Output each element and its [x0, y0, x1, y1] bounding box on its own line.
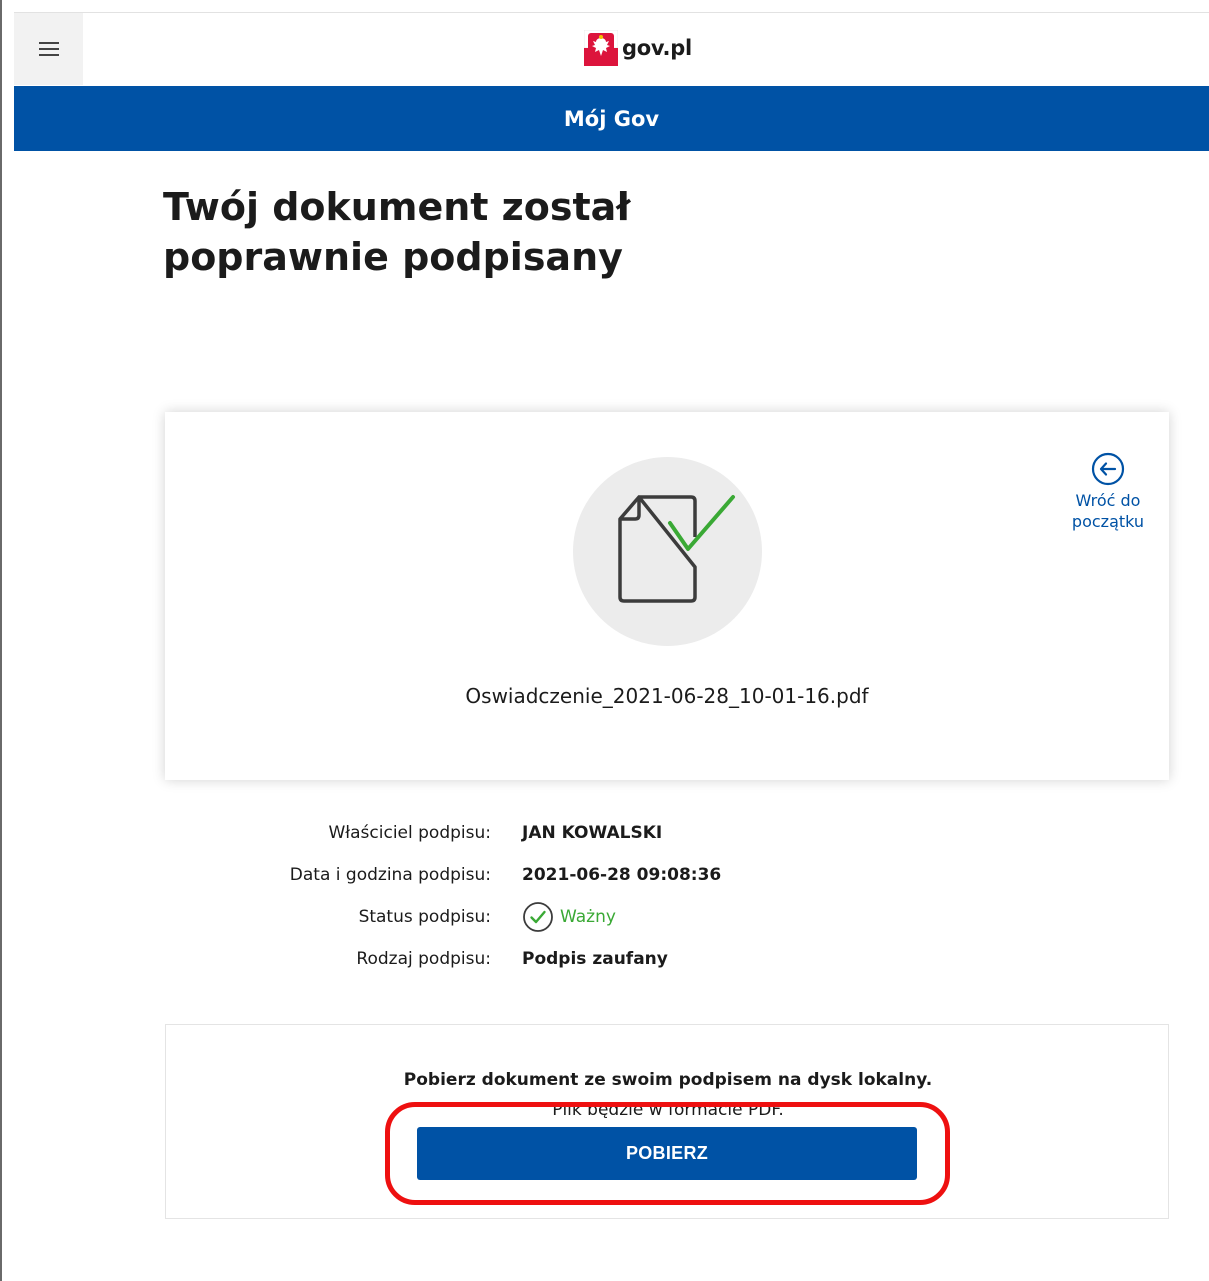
logo-text: gov.pl: [622, 36, 692, 60]
document-icon-circle: [573, 457, 762, 646]
section-bar: Mój Gov: [14, 86, 1209, 151]
menu-button[interactable]: [14, 13, 83, 85]
owner-label: Właściciel podpisu:: [328, 823, 492, 843]
document-card: Wróć do początku Oswiadczenie_2021-06-28…: [165, 412, 1169, 780]
file-name: Oswiadczenie_2021-06-28_10-01-16.pdf: [465, 684, 869, 708]
back-link-line2: początku: [1071, 512, 1145, 531]
window-left-edge: [0, 0, 2, 1281]
back-to-start-link[interactable]: Wróć do początku: [1060, 452, 1156, 532]
type-value: Podpis zaufany: [522, 949, 668, 969]
owner-value: JAN KOWALSKI: [522, 823, 663, 843]
signature-type-row: Rodzaj podpisu: Podpis zaufany: [200, 938, 900, 980]
signature-owner-row: Właściciel podpisu: JAN KOWALSKI: [200, 812, 900, 854]
date-label: Data i godzina podpisu:: [289, 865, 491, 885]
status-value: Ważny: [560, 907, 616, 927]
type-label: Rodzaj podpisu:: [356, 949, 491, 969]
document-check-icon: [618, 495, 735, 603]
download-button[interactable]: POBIERZ: [417, 1127, 917, 1180]
signature-details: Właściciel podpisu: JAN KOWALSKI Data i …: [200, 812, 900, 980]
section-title[interactable]: Mój Gov: [564, 107, 659, 131]
page-title-line1: Twój dokument został: [163, 185, 631, 229]
download-subtitle: Plik będzie w formacie PDF.: [552, 1100, 784, 1120]
check-circle-icon: [523, 902, 553, 932]
hamburger-menu-icon: [38, 42, 59, 56]
gov-logo[interactable]: gov.pl: [584, 30, 692, 66]
download-section: Pobierz dokument ze swoim podpisem na dy…: [165, 1024, 1169, 1219]
signature-status-row: Status podpisu: Ważny: [200, 896, 900, 938]
header-top-border: [14, 12, 1209, 13]
status-badge: Ważny: [522, 901, 616, 933]
download-title: Pobierz dokument ze swoim podpisem na dy…: [403, 1070, 933, 1090]
arrow-left-circle-icon: [1091, 452, 1125, 486]
page-title: Twój dokument został poprawnie podpisany: [163, 182, 763, 282]
back-link-line1: Wróć do: [1075, 491, 1141, 510]
signature-date-row: Data i godzina podpisu: 2021-06-28 09:08…: [200, 854, 900, 896]
page-title-line2: poprawnie podpisany: [163, 235, 623, 279]
status-label: Status podpisu:: [358, 907, 491, 927]
polish-eagle-flag-icon: [584, 30, 618, 66]
date-value: 2021-06-28 09:08:36: [522, 865, 722, 885]
